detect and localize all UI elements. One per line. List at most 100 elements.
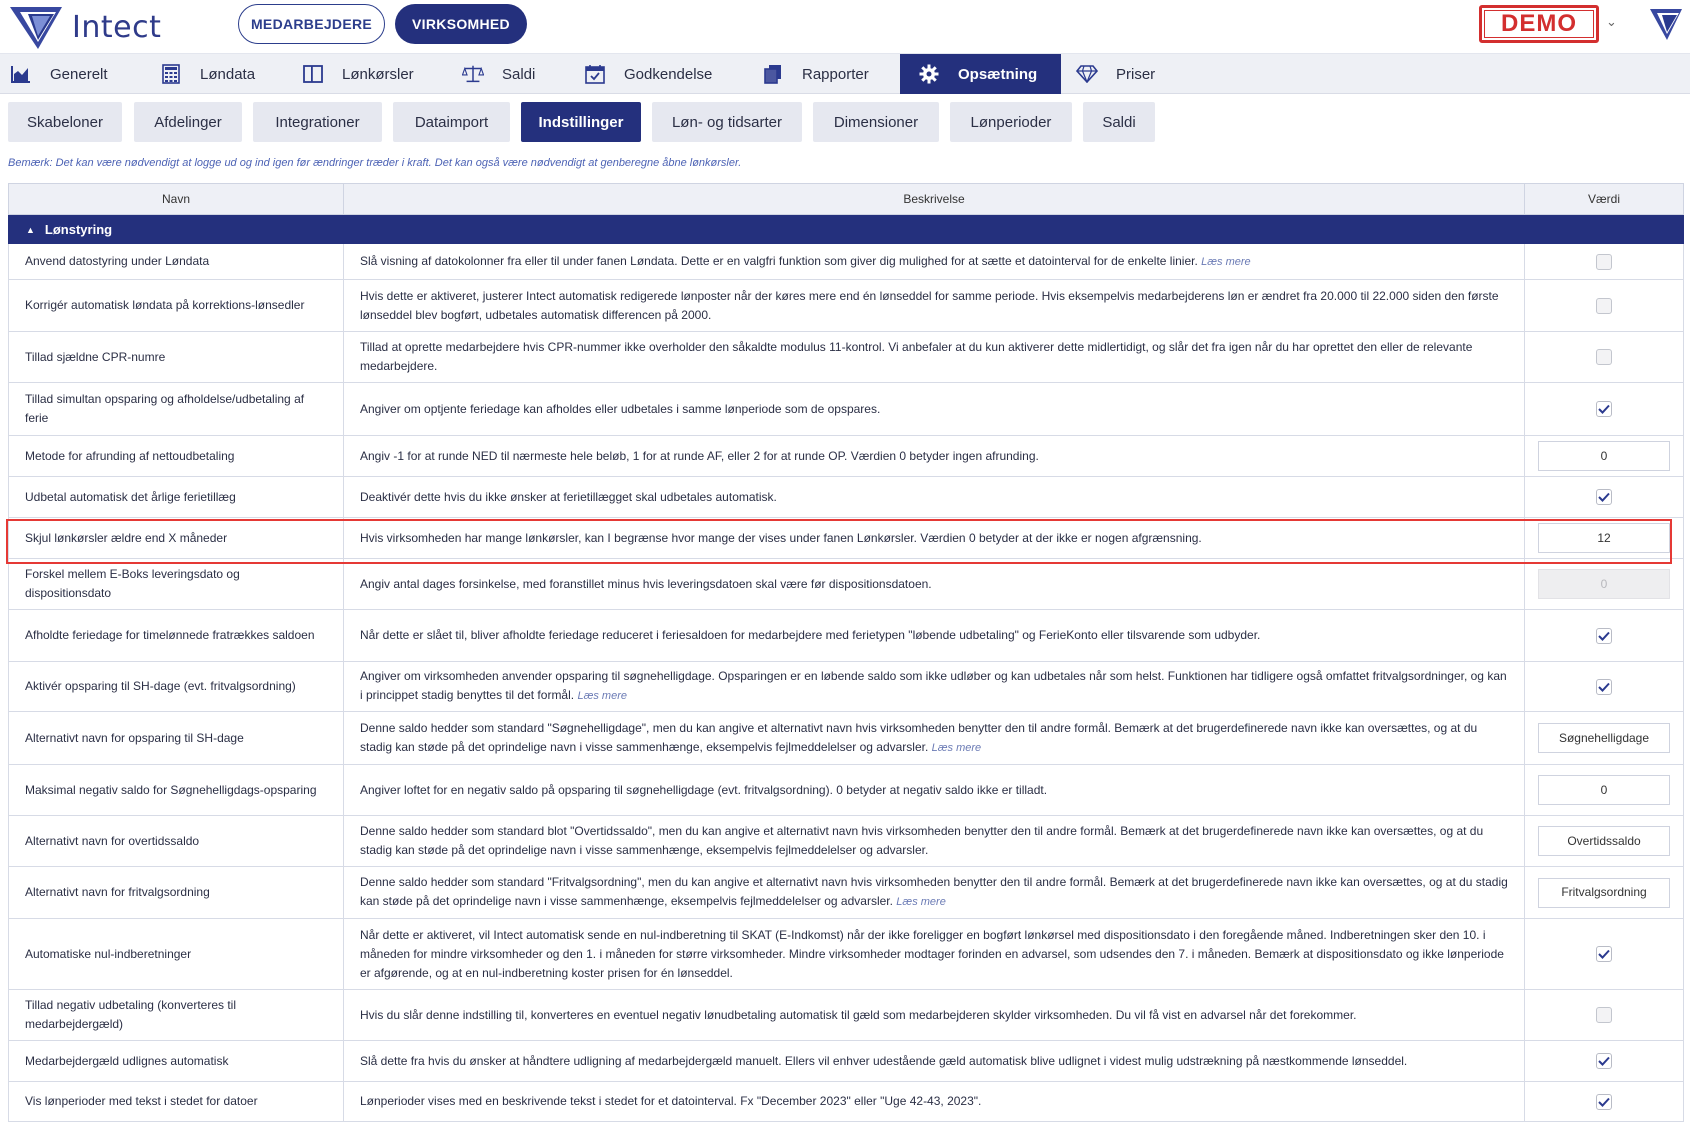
setting-value [1524,919,1683,989]
setting-description: Angiver om optjente feriedage kan afhold… [343,383,1524,435]
checkbox-unchecked[interactable] [1596,349,1612,365]
checkbox-checked[interactable] [1596,1093,1612,1110]
demo-badge-label: DEMO [1484,10,1594,38]
setting-name: Afholdte feriedage for timelønnede fratr… [25,628,315,642]
setting-description: Tillad at oprette medarbejdere hvis CPR-… [343,332,1524,382]
checkbox-unchecked[interactable] [1596,253,1612,270]
nav-opsaetning[interactable]: Opsætning [900,54,1061,94]
description-body: Når dette er aktiveret, vil Intect autom… [360,927,1504,980]
employees-button[interactable]: MEDARBEJDERE [238,4,385,44]
setting-value [1524,1041,1683,1081]
table-row: Alternativt navn for overtidssaldo Denne … [8,816,1684,867]
nav-saldi[interactable]: Saldi [462,54,582,94]
nav-londata[interactable]: Løndata [160,54,290,94]
checkbox-checked[interactable] [1596,489,1612,505]
setting-name: Alternativt navn for opsparing til SH-da… [25,730,244,745]
setting-name: Vis lønperioder med tekst i stedet for d… [25,1094,258,1108]
setting-description: Når dette er slået til, bliver afholdte … [343,610,1524,661]
setting-value [1524,383,1683,435]
value-input[interactable]: Overtidssaldo [1538,826,1670,856]
setting-value: Søgnehelligdage [1524,712,1683,764]
description-text: Når dette er aktiveret, vil Intect autom… [360,926,1508,983]
setting-value [1524,990,1683,1040]
setting-description: Lønperioder vises med en beskrivende tek… [343,1082,1524,1121]
setting-name: Forskel mellem E-Boks leveringsdato og d… [25,567,240,600]
tab-lonperioder[interactable]: Lønperioder [950,102,1072,142]
description-body: Hvis dette er aktiveret, justerer Intect… [360,288,1499,322]
tab-saldi[interactable]: Saldi [1083,102,1155,142]
nav-godkendelse[interactable]: Godkendelse [584,54,754,94]
checkbox-checked[interactable] [1596,946,1612,962]
checkbox-unchecked[interactable] [1596,1007,1612,1023]
description-text: Angiver om optjente feriedage kan afhold… [360,400,880,419]
description-text: Denne saldo hedder som standard blot "Ov… [360,822,1508,860]
group-header-lonstyring[interactable]: ▲ Lønstyring [8,215,1684,244]
value-input[interactable]: 0 [1538,441,1670,471]
nav-label: Godkendelse [624,65,713,83]
description-text: Tillad at oprette medarbejdere hvis CPR-… [360,338,1508,376]
setting-description: Slå visning af datokolonner fra eller ti… [343,244,1524,279]
value-input[interactable]: Fritvalgsordning [1538,877,1670,908]
checkbox-checked[interactable] [1596,627,1612,644]
calculator-icon [160,63,182,85]
checkbox-checked[interactable] [1596,678,1612,695]
description-text: Angiver loftet for en negativ saldo på o… [360,781,1047,800]
value-input[interactable]: Søgnehelligdage [1538,723,1670,753]
read-more-link[interactable]: Læs mere [577,690,627,702]
checkbox-checked[interactable] [1596,401,1612,417]
value-input[interactable]: 0 [1538,775,1670,805]
description-text: Angiv -1 for at runde NED til nærmeste h… [360,447,1039,466]
setting-description: Deaktivér dette hvis du ikke ønsker at f… [343,477,1524,517]
tab-dataimport[interactable]: Dataimport [393,102,510,142]
diamond-icon [1076,63,1098,85]
table-row: Maksimal negativ saldo for Søgnehelligda… [8,765,1684,816]
description-body: Lønperioder vises med en beskrivende tek… [360,1094,982,1108]
tab-indstillinger[interactable]: Indstillinger [521,102,641,142]
setting-name: Metode for afrunding af nettoudbetaling [25,448,235,463]
setting-description: Angiv antal dages forsinkelse, med foran… [343,559,1524,609]
description-text: Hvis dette er aktiveret, justerer Intect… [360,287,1508,325]
column-header-description[interactable]: Beskrivelse [343,184,1524,214]
main-nav: Generelt Løndata Lønkørsler Saldi Godken… [0,54,1690,94]
description-text: Hvis du slår denne indstilling til, konv… [360,1006,1357,1025]
nav-label: Rapporter [802,65,869,83]
gear-icon [918,63,940,85]
demo-badge: DEMO [1479,5,1599,43]
nav-label: Generelt [50,65,108,83]
setting-value [1524,610,1683,661]
table-row: Anvend datostyring under Løndata Slå visn… [8,244,1684,280]
column-header-value[interactable]: Værdi [1524,184,1683,214]
read-more-link[interactable]: Læs mere [932,742,982,754]
chevron-down-icon[interactable]: ⌄ [1606,14,1617,30]
setting-description: Hvis du slår denne indstilling til, konv… [343,990,1524,1040]
highlight-box [6,519,1672,564]
intect-logo[interactable]: Intect [8,4,161,50]
read-more-link[interactable]: Læs mere [1201,256,1251,268]
nav-lonkorsler[interactable]: Lønkørsler [302,54,442,94]
tab-lon-og-tidsarter[interactable]: Løn- og tidsarter [652,102,802,142]
tab-dimensioner[interactable]: Dimensioner [813,102,939,142]
checkbox-checked[interactable] [1596,1053,1612,1069]
setting-value: Fritvalgsordning [1524,867,1683,918]
column-header-name[interactable]: Navn [9,184,343,214]
nav-label: Priser [1116,65,1156,83]
nav-rapporter[interactable]: Rapporter [762,54,902,94]
calendar-check-icon [584,63,606,85]
checkbox-unchecked[interactable] [1596,297,1612,314]
company-logo-icon[interactable] [1648,6,1684,47]
setting-name: Medarbejdergæld udlignes automatisk [25,1053,229,1068]
table-row: Metode for afrunding af nettoudbetaling A… [8,436,1684,477]
company-button[interactable]: VIRKSOMHED [395,4,527,44]
columns-icon [302,63,324,85]
tab-skabeloner[interactable]: Skabeloner [8,102,122,142]
tab-integrationer[interactable]: Integrationer [253,102,382,142]
nav-priser[interactable]: Priser [1076,54,1196,94]
setting-name: Aktivér opsparing til SH-dage (evt. frit… [25,679,296,693]
nav-generelt[interactable]: Generelt [10,54,150,94]
table-row: Forskel mellem E-Boks leveringsdato og d… [8,559,1684,610]
read-more-link[interactable]: Læs mere [896,896,946,908]
tab-afdelinger[interactable]: Afdelinger [134,102,242,142]
table-row: Alternativt navn for opsparing til SH-da… [8,712,1684,765]
collapse-triangle-icon[interactable]: ▲ [26,225,35,235]
description-text: Denne saldo hedder som standard "Fritval… [360,873,1508,912]
